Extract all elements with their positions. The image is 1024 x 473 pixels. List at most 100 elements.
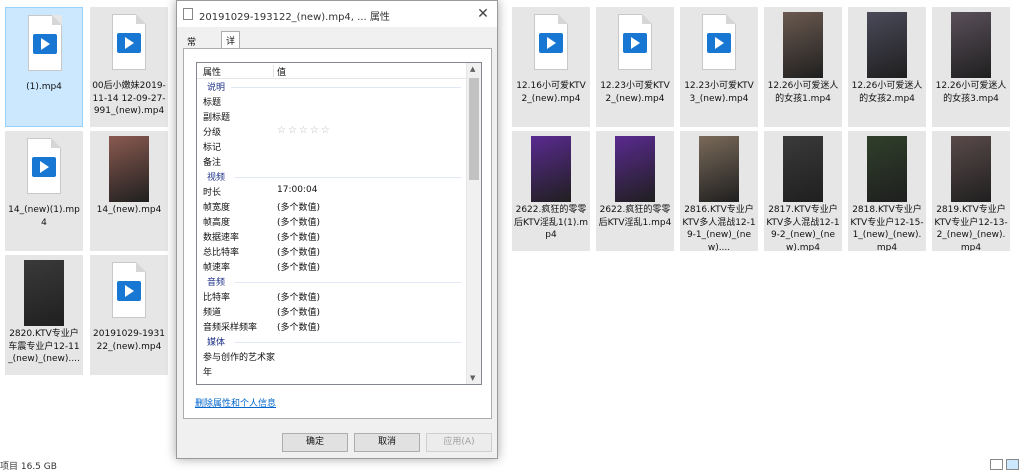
- details-view-icon[interactable]: [990, 459, 1003, 470]
- property-row[interactable]: 参与创作的艺术家: [197, 349, 467, 364]
- property-name: 分级: [203, 128, 222, 138]
- video-thumbnail: [857, 12, 917, 78]
- property-row[interactable]: 时长 17:00:04: [197, 184, 467, 199]
- properties-dialog: 20191029-193122_(new).mp4, ... 属性 ✕ 常规 详…: [176, 0, 498, 459]
- video-file-icon: [15, 13, 75, 79]
- list-header: 属性 值: [197, 63, 467, 79]
- section-header: 音频: [197, 274, 467, 289]
- property-row[interactable]: 副标题: [197, 109, 467, 124]
- file-tile[interactable]: 12.16小可爱KTV2_(new).mp4: [512, 7, 590, 127]
- scroll-thumb[interactable]: [469, 78, 479, 180]
- property-name: 频道: [203, 308, 222, 318]
- file-name: 12.16小可爱KTV2_(new).mp4: [516, 81, 586, 104]
- file-tile[interactable]: (1).mp4: [5, 7, 83, 127]
- file-tile[interactable]: 12.26小可爱迷人的女孩1.mp4: [764, 7, 842, 127]
- property-name: 参与创作的艺术家: [203, 353, 276, 363]
- file-tile[interactable]: 00后小嫩妹2019-11-14 12-09-27-991_(new).mp4: [90, 7, 168, 127]
- property-name: 比特率: [203, 293, 231, 303]
- file-tile[interactable]: 2817.KTV专业户KTV多人混战12-19-2_(new)_(new).mp…: [764, 131, 842, 251]
- details-panel: 属性 值 说明 标题副标题分级 ☆☆☆☆☆ 标记备注视频时长 17:00:04 帧宽度 (多…: [183, 48, 492, 419]
- video-thumbnail: [941, 12, 1001, 78]
- file-name: 14_(new)(1).mp4: [8, 205, 80, 228]
- video-thumbnail: [773, 12, 833, 78]
- property-name: 音频: [207, 278, 226, 288]
- property-name: 帧高度: [203, 218, 231, 228]
- property-row[interactable]: 帧速率 (多个数值): [197, 259, 467, 274]
- video-file-icon: [99, 12, 159, 78]
- video-thumbnail: [521, 136, 581, 202]
- header-property[interactable]: 属性: [203, 65, 221, 78]
- file-name: 12.26小可爱迷人的女孩3.mp4: [935, 81, 1007, 104]
- property-row[interactable]: 比特率 (多个数值): [197, 289, 467, 304]
- property-row[interactable]: 年: [197, 364, 467, 379]
- property-row[interactable]: 数据速率 (多个数值): [197, 229, 467, 244]
- property-row[interactable]: 频道 (多个数值): [197, 304, 467, 319]
- file-name: 2622.疯狂的零零后KTV淫乱1(1).mp4: [514, 205, 588, 240]
- file-tile[interactable]: 2820.KTV专业户车震专业户12-11_(new)_(new)....: [5, 255, 83, 375]
- file-tile[interactable]: 2622.疯狂的零零后KTV淫乱1.mp4: [596, 131, 674, 251]
- property-list[interactable]: 属性 值 说明 标题副标题分级 ☆☆☆☆☆ 标记备注视频时长 17:00:04 帧宽度 (多…: [196, 62, 482, 385]
- rating-stars[interactable]: ☆☆☆☆☆: [277, 125, 332, 136]
- video-file-icon: [689, 12, 749, 78]
- file-name: 2819.KTV专业户KTV专业户12-13-2_(new)_(new).mp4: [934, 205, 1008, 251]
- property-value: 17:00:04: [277, 185, 318, 195]
- large-icons-view-icon[interactable]: [1006, 459, 1019, 470]
- header-value[interactable]: 值: [277, 65, 286, 78]
- property-row[interactable]: 音频采样频率 (多个数值): [197, 319, 467, 334]
- property-name: 标记: [203, 143, 222, 153]
- file-tile[interactable]: 12.26小可爱迷人的女孩3.mp4: [932, 7, 1010, 127]
- scroll-down-icon[interactable]: ▼: [470, 374, 475, 382]
- section-header: 媒体: [197, 334, 467, 349]
- file-tile[interactable]: 12.23小可爱KTV3_(new).mp4: [680, 7, 758, 127]
- property-name: 时长: [203, 188, 222, 198]
- property-value: (多个数值): [277, 233, 321, 243]
- file-name: (1).mp4: [26, 82, 62, 92]
- property-name: 备注: [203, 158, 222, 168]
- file-tile[interactable]: 14_(new)(1).mp4: [5, 131, 83, 251]
- property-row[interactable]: 备注: [197, 154, 467, 169]
- scroll-up-icon[interactable]: ▲: [470, 65, 475, 73]
- file-tile[interactable]: 2818.KTV专业户KTV专业户12-15-1_(new)_(new).mp4: [848, 131, 926, 251]
- property-name: 帧宽度: [203, 203, 231, 213]
- file-name: 14_(new).mp4: [96, 205, 162, 215]
- property-name: 音频采样频率: [203, 323, 258, 333]
- dialog-title: 20191029-193122_(new).mp4, ... 属性: [199, 12, 390, 23]
- property-row[interactable]: 总比特率 (多个数值): [197, 244, 467, 259]
- tab-general[interactable]: 常规: [183, 33, 200, 61]
- file-tile[interactable]: 14_(new).mp4: [90, 131, 168, 251]
- property-name: 说明: [207, 83, 226, 93]
- file-name: 2816.KTV专业户KTV多人混战12-19-1_(new)_(new)...…: [682, 205, 756, 251]
- property-row[interactable]: 标记: [197, 139, 467, 154]
- video-thumbnail: [941, 136, 1001, 202]
- property-name: 视频: [207, 173, 226, 183]
- close-icon[interactable]: ✕: [473, 4, 493, 24]
- file-tile[interactable]: 12.23小可爱KTV2_(new).mp4: [596, 7, 674, 127]
- ok-button[interactable]: 确定: [282, 433, 348, 452]
- dialog-titlebar[interactable]: 20191029-193122_(new).mp4, ... 属性 ✕: [177, 1, 497, 27]
- apply-button[interactable]: 应用(A): [426, 433, 492, 452]
- property-value: (多个数值): [277, 293, 321, 303]
- video-file-icon: [521, 12, 581, 78]
- remove-properties-link[interactable]: 删除属性和个人信息: [195, 396, 276, 409]
- property-name: 帧速率: [203, 263, 231, 273]
- video-thumbnail: [99, 136, 159, 202]
- cancel-button[interactable]: 取消: [354, 433, 420, 452]
- file-tile[interactable]: 20191029-193122_(new).mp4: [90, 255, 168, 375]
- vertical-scrollbar[interactable]: ▲ ▼: [466, 63, 481, 384]
- file-tile[interactable]: 2819.KTV专业户KTV专业户12-13-2_(new)_(new).mp4: [932, 131, 1010, 251]
- file-name: 12.23小可爱KTV2_(new).mp4: [600, 81, 670, 104]
- property-value: (多个数值): [277, 218, 321, 228]
- property-value: (多个数值): [277, 203, 321, 213]
- property-name: 副标题: [203, 113, 231, 123]
- property-row[interactable]: 标题: [197, 94, 467, 109]
- property-row[interactable]: 分级 ☆☆☆☆☆: [197, 124, 467, 139]
- file-tile[interactable]: 12.26小可爱迷人的女孩2.mp4: [848, 7, 926, 127]
- file-name: 2817.KTV专业户KTV多人混战12-19-2_(new)_(new).mp…: [766, 205, 840, 251]
- property-value: (多个数值): [277, 263, 321, 273]
- file-tile[interactable]: 2622.疯狂的零零后KTV淫乱1(1).mp4: [512, 131, 590, 251]
- file-name: 2820.KTV专业户车震专业户12-11_(new)_(new)....: [8, 329, 80, 364]
- section-header: 说明: [197, 79, 467, 94]
- property-row[interactable]: 帧高度 (多个数值): [197, 214, 467, 229]
- property-row[interactable]: 帧宽度 (多个数值): [197, 199, 467, 214]
- file-tile[interactable]: 2816.KTV专业户KTV多人混战12-19-1_(new)_(new)...…: [680, 131, 758, 251]
